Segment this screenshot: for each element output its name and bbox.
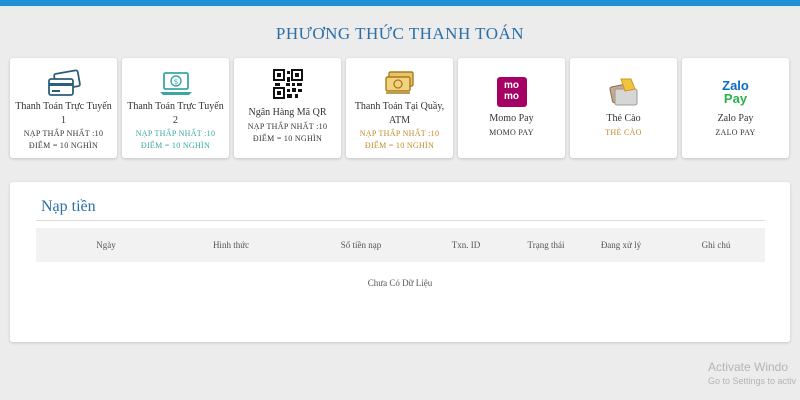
point-rate-text: ĐIỂM = 10 NGHÌN bbox=[140, 141, 211, 150]
momo-logo-text: mo bbox=[504, 80, 519, 91]
momo-logo-icon: mo mo bbox=[458, 74, 565, 110]
column-header-note: Ghi chú bbox=[701, 240, 731, 250]
payment-methods: Thanh Toán Trực Tuyến 1 NẠP THẤP NHẤT :1… bbox=[10, 58, 790, 158]
point-rate-text: ĐIỂM = 10 NGHÌN bbox=[252, 134, 323, 143]
deposit-table-header: Ngày Hình thức Số tiền nạp Txn. ID Trạng… bbox=[36, 228, 765, 262]
column-header-processing: Đang xử lý bbox=[600, 240, 642, 250]
payment-card-label: THẺ CÀO bbox=[605, 128, 642, 137]
top-accent-bar bbox=[0, 0, 800, 6]
payment-card-scratch-card[interactable]: Thẻ Cào THẺ CÀO bbox=[570, 58, 677, 158]
column-header-date: Ngày bbox=[96, 240, 116, 250]
cash-icon bbox=[346, 66, 453, 102]
payment-card-name: Ngân Hàng Mã QR bbox=[248, 107, 327, 118]
payment-card-name: Thanh Toán Tại Quầy, ATM bbox=[354, 101, 445, 126]
column-header-amount: Số tiền nạp bbox=[340, 240, 382, 250]
payment-card-counter-atm[interactable]: Thanh Toán Tại Quầy, ATM NẠP THẤP NHẤT :… bbox=[346, 58, 453, 158]
payment-card-zalopay[interactable]: Zalo Pay Zalo Pay ZALO PAY bbox=[682, 58, 789, 158]
payment-card-name: Zalo Pay bbox=[717, 113, 754, 124]
column-header-method: Hình thức bbox=[212, 240, 250, 250]
divider bbox=[36, 220, 765, 221]
deposit-title: Nạp tiền bbox=[41, 198, 96, 215]
laptop-dollar-icon: $ bbox=[122, 66, 229, 102]
min-deposit-text: NẠP THẤP NHẤT :10 bbox=[23, 129, 104, 138]
point-rate-text: ĐIỂM = 10 NGHÌN bbox=[364, 141, 435, 150]
column-header-txn-id: Txn. ID bbox=[451, 240, 481, 250]
deposit-panel: Nạp tiền Ngày Hình thức Số tiền nạp Txn.… bbox=[10, 182, 790, 342]
payment-card-label: ZALO PAY bbox=[715, 128, 756, 137]
payment-card-momo[interactable]: mo mo Momo Pay MOMO PAY bbox=[458, 58, 565, 158]
payment-card-online-2[interactable]: $ Thanh Toán Trực Tuyến 2 NẠP THẤP NHẤT … bbox=[122, 58, 229, 158]
payment-card-online-1[interactable]: Thanh Toán Trực Tuyến 1 NẠP THẤP NHẤT :1… bbox=[10, 58, 117, 158]
min-deposit-text: NẠP THẤP NHẤT :10 bbox=[135, 129, 216, 138]
payment-card-name: Momo Pay bbox=[489, 113, 534, 124]
watermark-line-2: Go to Settings to activ bbox=[708, 376, 797, 386]
svg-text:$: $ bbox=[173, 78, 177, 86]
min-deposit-text: NẠP THẤP NHẤT :10 bbox=[359, 129, 440, 138]
payment-card-name: Thanh Toán Trực Tuyến 1 bbox=[15, 101, 112, 126]
activation-watermark: Activate Windo Go to Settings to activ bbox=[708, 360, 796, 386]
payment-card-name: Thẻ Cào bbox=[606, 113, 641, 124]
watermark-line-1: Activate Windo bbox=[708, 360, 789, 374]
empty-table-message: Chưa Có Dữ Liệu bbox=[367, 278, 433, 288]
page-title: PHƯƠNG THỨC THANH TOÁN bbox=[275, 24, 525, 43]
column-header-status: Trạng thái bbox=[527, 240, 565, 250]
scratch-card-icon bbox=[570, 74, 677, 110]
payment-card-name: Thanh Toán Trực Tuyến 2 bbox=[127, 101, 224, 126]
payment-card-qr-bank[interactable]: Ngân Hàng Mã QR NẠP THẤP NHẤT :10 ĐIỂM =… bbox=[234, 58, 341, 158]
zalopay-logo-icon: Zalo Pay bbox=[682, 74, 789, 110]
qr-code-icon bbox=[234, 66, 341, 102]
point-rate-text: ĐIỂM = 10 NGHÌN bbox=[28, 141, 99, 150]
payment-card-label: MOMO PAY bbox=[489, 128, 534, 137]
credit-cards-icon bbox=[10, 66, 117, 102]
momo-logo-text: mo bbox=[504, 91, 519, 102]
min-deposit-text: NẠP THẤP NHẤT :10 bbox=[247, 122, 328, 131]
zalopay-logo-text: Pay bbox=[723, 91, 748, 106]
